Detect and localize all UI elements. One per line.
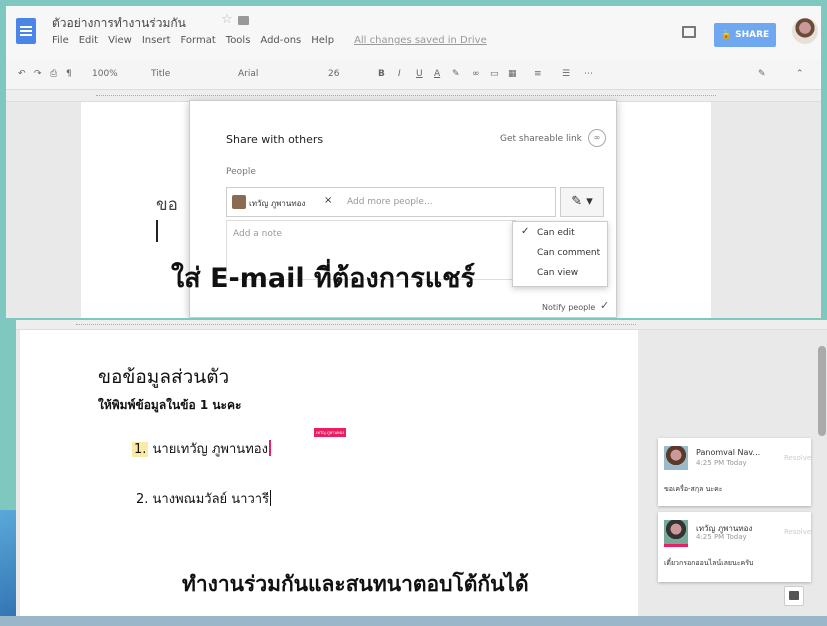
menu-insert[interactable]: Insert bbox=[142, 35, 171, 46]
highlight-icon[interactable]: ✎ bbox=[452, 69, 460, 79]
docs-logo-icon[interactable] bbox=[16, 18, 36, 44]
notify-checkbox[interactable]: ✓ bbox=[600, 299, 609, 312]
comment-time: 4:25 PM Today bbox=[696, 533, 747, 541]
menu-addons[interactable]: Add-ons bbox=[260, 35, 301, 46]
comment-icon[interactable]: ▭ bbox=[490, 69, 499, 79]
recipient-chip: เทวัญ ภูพานทอง bbox=[249, 199, 306, 208]
comment-text: ขอเครื่อ-สกุล นะคะ bbox=[664, 485, 723, 493]
style-select[interactable]: Title bbox=[151, 69, 170, 79]
commenter-avatar bbox=[664, 446, 688, 470]
document-page[interactable]: ขอข้อมูลส่วนตัว ให้พิมพ์ข้อมูลในข้อ 1 นะ… bbox=[20, 330, 638, 616]
people-label: People bbox=[226, 167, 256, 177]
share-button[interactable]: 🔒 SHARE bbox=[714, 23, 776, 47]
docs-title-bar: ตัวอย่างการทำงานร่วมกัน ☆ File Edit View… bbox=[6, 6, 821, 60]
get-shareable-link[interactable]: Get shareable link bbox=[500, 134, 582, 144]
font-size-select[interactable]: 26 bbox=[328, 69, 339, 79]
line-spacing-icon[interactable]: ☰ bbox=[562, 69, 570, 79]
menu-item-can-comment[interactable]: Can comment bbox=[537, 248, 600, 258]
add-people-placeholder[interactable]: Add more people... bbox=[347, 197, 433, 207]
text-color-icon[interactable]: A bbox=[434, 69, 440, 79]
paint-format-icon[interactable]: ¶ bbox=[66, 69, 72, 79]
note-placeholder: Add a note bbox=[233, 229, 282, 239]
caption-collaborate: ทำงานร่วมกันและสนทนาตอบโต้กันได้ bbox=[182, 572, 529, 596]
comment-card[interactable]: Panomval Nav... 4:25 PM Today Resolve ขอ… bbox=[658, 438, 811, 506]
resolve-button[interactable]: Resolve bbox=[784, 454, 811, 462]
menu-item-can-edit[interactable]: Can edit bbox=[537, 228, 575, 238]
page-text-fragment: ขอ bbox=[156, 195, 178, 215]
remove-recipient-icon[interactable]: × bbox=[324, 195, 332, 206]
resolve-button[interactable]: Resolve bbox=[784, 528, 811, 536]
print-icon[interactable]: ⎙ bbox=[50, 69, 57, 79]
menu-format[interactable]: Format bbox=[181, 35, 216, 46]
collaborator-name-tag: เทวัญ ภูพานทอง bbox=[314, 428, 347, 437]
save-status[interactable]: All changes saved in Drive bbox=[354, 35, 487, 46]
chip-avatar bbox=[232, 195, 246, 209]
link-icon[interactable]: ∞ bbox=[472, 69, 480, 79]
list-number: 1. bbox=[132, 442, 149, 457]
align-icon[interactable]: ≡ bbox=[534, 69, 542, 79]
caption-enter-email: ใส่ E-mail ที่ต้องการแชร์ bbox=[171, 263, 475, 294]
document-subheading: ให้พิมพ์ข้อมูลในข้อ 1 นะคะ bbox=[98, 398, 242, 412]
people-input[interactable]: เทวัญ ภูพานทอง × Add more people... bbox=[226, 187, 556, 217]
document-title[interactable]: ตัวอย่างการทำงานร่วมกัน bbox=[52, 14, 186, 33]
comment-time: 4:25 PM Today bbox=[696, 459, 747, 467]
notify-people-label: Notify people bbox=[542, 303, 596, 312]
menu-bar: File Edit View Insert Format Tools Add-o… bbox=[52, 35, 487, 46]
commenter-avatar bbox=[664, 520, 688, 547]
list-item-text: นายเทวัญ ภูพานทอง bbox=[148, 442, 268, 457]
link-icon[interactable]: ∞ bbox=[588, 129, 606, 147]
permission-dropdown-button[interactable]: ✎ ▾ bbox=[560, 187, 604, 217]
share-screenshot: ตัวอย่างการทำงานร่วมกัน ☆ File Edit View… bbox=[6, 6, 821, 318]
comment-card[interactable]: เทวัญ ภูพานทอง 4:25 PM Today Resolve เดี… bbox=[658, 512, 811, 582]
decorative-slide-strip bbox=[0, 616, 827, 626]
comment-text: เดี๋ยวกรอกออนไลน์เลยนะครับ bbox=[664, 559, 754, 567]
list-item[interactable]: 2. นางพณมวัลย์ นาวารี bbox=[136, 488, 272, 509]
font-select[interactable]: Arial bbox=[238, 69, 258, 79]
undo-icon[interactable]: ↶ bbox=[18, 69, 26, 79]
redo-icon[interactable]: ↷ bbox=[34, 69, 42, 79]
comment-author: Panomval Nav... bbox=[696, 448, 761, 457]
add-comment-button[interactable] bbox=[784, 586, 804, 606]
underline-icon[interactable]: U bbox=[416, 69, 423, 79]
collaboration-screenshot: ขอข้อมูลส่วนตัว ให้พิมพ์ข้อมูลในข้อ 1 นะ… bbox=[16, 320, 827, 616]
list-item-text: 2. นางพณมวัลย์ นาวารี bbox=[136, 492, 270, 507]
more-icon[interactable]: ⋯ bbox=[584, 69, 593, 79]
menu-item-can-view[interactable]: Can view bbox=[537, 268, 578, 278]
collapse-icon[interactable]: ⌃ bbox=[796, 69, 804, 79]
editing-mode-icon[interactable]: ✎ bbox=[758, 69, 766, 79]
text-cursor bbox=[270, 490, 272, 506]
formatting-toolbar: ↶ ↷ ⎙ ¶ 100% Title Arial 26 B I U A ✎ ∞ … bbox=[6, 60, 821, 90]
collaborator-cursor bbox=[268, 440, 271, 456]
text-cursor bbox=[156, 220, 158, 242]
ruler bbox=[16, 320, 827, 330]
star-icon[interactable]: ☆ bbox=[221, 12, 233, 27]
image-icon[interactable]: ▦ bbox=[508, 69, 517, 79]
menu-view[interactable]: View bbox=[108, 35, 132, 46]
menu-tools[interactable]: Tools bbox=[226, 35, 251, 46]
account-avatar[interactable] bbox=[792, 18, 818, 44]
bold-icon[interactable]: B bbox=[378, 69, 385, 79]
list-item[interactable]: 1. นายเทวัญ ภูพานทอง bbox=[132, 438, 271, 459]
zoom-select[interactable]: 100% bbox=[92, 69, 118, 79]
italic-icon[interactable]: I bbox=[398, 69, 401, 79]
scrollbar[interactable] bbox=[818, 346, 826, 436]
permission-menu: ✓ Can edit Can comment Can view bbox=[512, 221, 608, 287]
check-icon: ✓ bbox=[521, 226, 530, 237]
menu-help[interactable]: Help bbox=[311, 35, 334, 46]
comments-icon[interactable] bbox=[682, 26, 696, 38]
menu-file[interactable]: File bbox=[52, 35, 69, 46]
folder-icon[interactable] bbox=[238, 16, 249, 25]
dialog-title: Share with others bbox=[226, 133, 324, 146]
menu-edit[interactable]: Edit bbox=[79, 35, 98, 46]
document-heading: ขอข้อมูลส่วนตัว bbox=[98, 366, 230, 388]
